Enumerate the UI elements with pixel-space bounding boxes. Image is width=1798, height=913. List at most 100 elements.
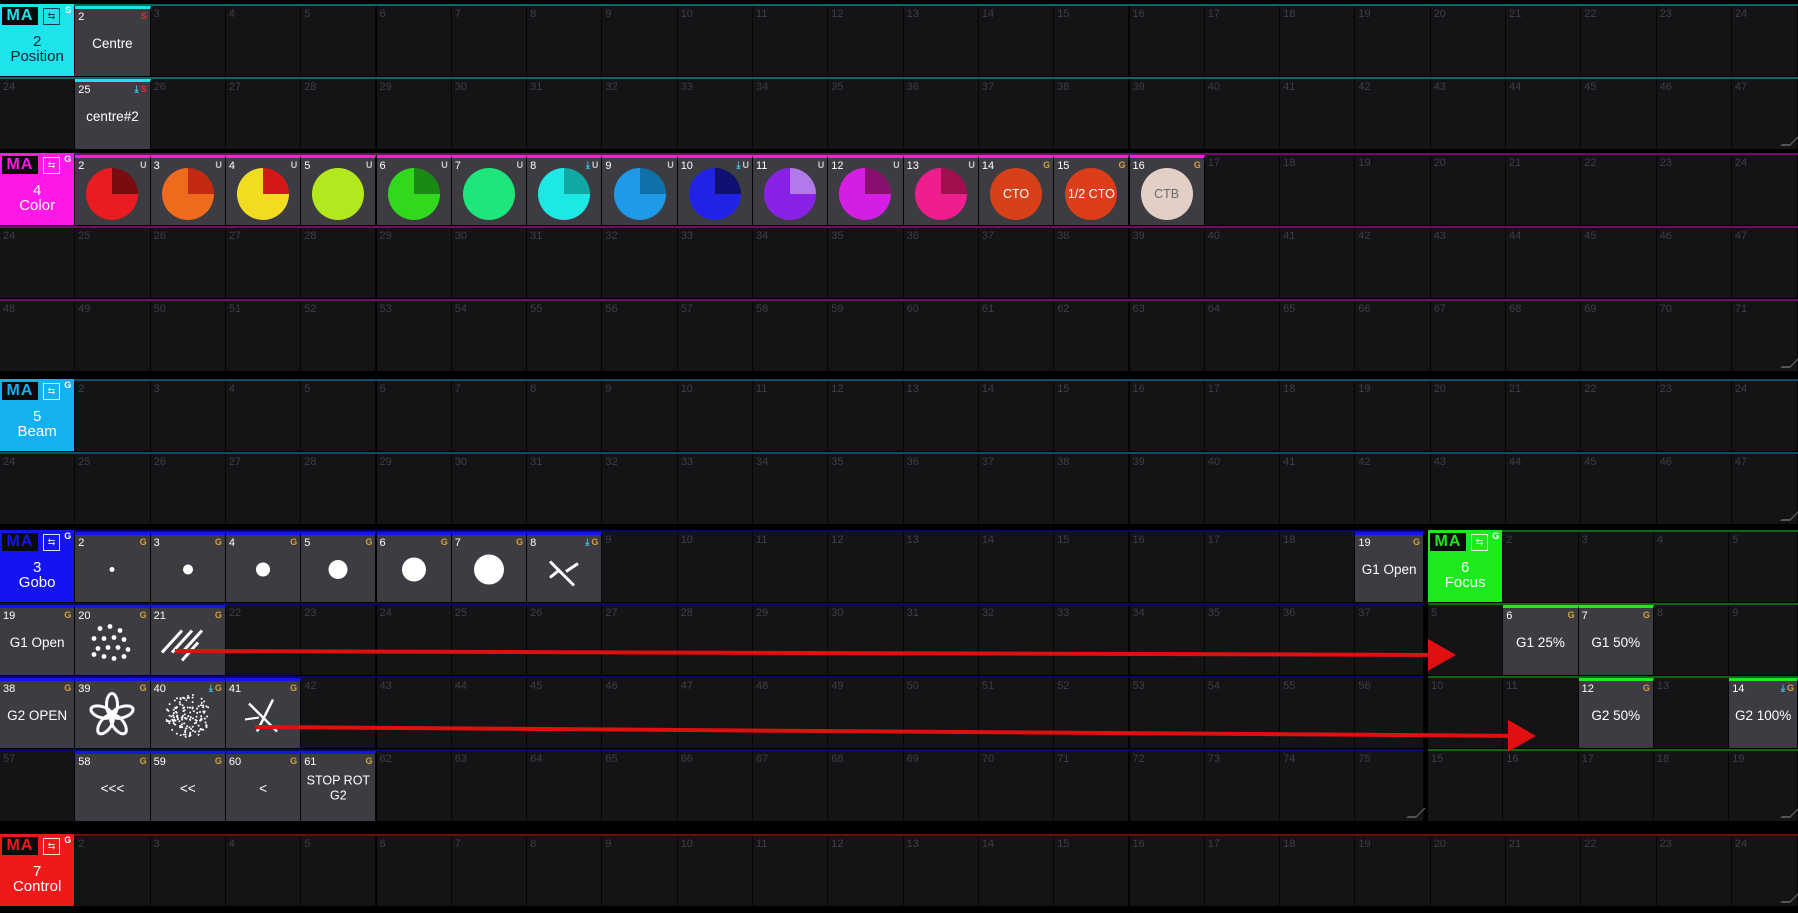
gobo-empty-slot[interactable]: 44 bbox=[451, 678, 528, 748]
beam-empty-slot[interactable]: 4 bbox=[225, 381, 302, 451]
position-empty-slot[interactable]: 7 bbox=[451, 6, 528, 76]
beam-empty-slot[interactable]: 30 bbox=[451, 454, 528, 524]
position-empty-slot[interactable]: 39 bbox=[1129, 79, 1205, 149]
control-empty-slot[interactable]: 5 bbox=[301, 836, 377, 906]
beam-empty-slot[interactable]: 46 bbox=[1656, 454, 1732, 524]
gobo-empty-slot[interactable]: 63 bbox=[451, 751, 528, 821]
position-empty-slot[interactable]: 38 bbox=[1054, 79, 1130, 149]
beam-empty-slot[interactable]: 36 bbox=[903, 454, 979, 524]
beam-empty-slot[interactable]: 24 bbox=[1731, 381, 1798, 451]
color-empty-slot[interactable]: 38 bbox=[1054, 228, 1130, 298]
gobo-empty-slot[interactable]: 16 bbox=[1129, 532, 1205, 602]
gobo-preset-19[interactable]: 19 G G1 Open bbox=[1355, 532, 1424, 602]
gobo-preset-3[interactable]: 3G bbox=[150, 532, 226, 602]
color-empty-slot[interactable]: 64 bbox=[1204, 301, 1281, 371]
color-empty-slot[interactable]: 53 bbox=[376, 301, 452, 371]
pool-header-position[interactable]: MA ⇆ S 2 Position bbox=[0, 4, 75, 76]
beam-empty-slot[interactable]: 45 bbox=[1581, 454, 1657, 524]
color-preset-3[interactable]: 3U bbox=[150, 155, 226, 225]
position-empty-slot[interactable]: 28 bbox=[301, 79, 377, 149]
position-empty-slot[interactable]: 42 bbox=[1355, 79, 1431, 149]
position-preset-2[interactable]: 2 S Centre bbox=[75, 6, 151, 76]
gobo-empty-slot[interactable]: 62 bbox=[376, 751, 452, 821]
control-empty-slot[interactable]: 4 bbox=[225, 836, 302, 906]
gobo-empty-slot[interactable]: 23 bbox=[301, 605, 377, 675]
position-empty-slot[interactable]: 5 bbox=[301, 6, 377, 76]
beam-empty-slot[interactable]: 9 bbox=[602, 381, 678, 451]
gobo-empty-slot[interactable]: 71 bbox=[1054, 751, 1130, 821]
gobo-preset-61[interactable]: 61 G STOP ROT G2 bbox=[301, 751, 377, 821]
link-icon[interactable]: ⇆ bbox=[43, 383, 60, 400]
color-preset-7[interactable]: 7U bbox=[451, 155, 528, 225]
control-empty-slot[interactable]: 14 bbox=[978, 836, 1055, 906]
position-empty-slot[interactable]: 24 bbox=[0, 79, 76, 149]
control-empty-slot[interactable]: 19 bbox=[1355, 836, 1431, 906]
color-empty-slot[interactable]: 50 bbox=[150, 301, 226, 371]
position-empty-slot[interactable]: 16 bbox=[1129, 6, 1205, 76]
position-empty-slot[interactable]: 37 bbox=[978, 79, 1055, 149]
position-preset-25[interactable]: 25 ⤓ Scentre#2 bbox=[75, 79, 151, 149]
gobo-empty-slot[interactable]: 34 bbox=[1129, 605, 1205, 675]
control-empty-slot[interactable]: 18 bbox=[1280, 836, 1356, 906]
beam-empty-slot[interactable]: 15 bbox=[1054, 381, 1130, 451]
focus-empty-slot[interactable]: 5 bbox=[1729, 532, 1798, 602]
focus-empty-slot[interactable]: 15 bbox=[1428, 751, 1504, 821]
beam-empty-slot[interactable]: 11 bbox=[753, 381, 829, 451]
gobo-empty-slot[interactable]: 68 bbox=[828, 751, 904, 821]
gobo-empty-slot[interactable]: 36 bbox=[1280, 605, 1356, 675]
position-empty-slot[interactable]: 9 bbox=[602, 6, 678, 76]
gobo-empty-slot[interactable]: 55 bbox=[1280, 678, 1356, 748]
gobo-empty-slot[interactable]: 35 bbox=[1204, 605, 1281, 675]
gobo-empty-slot[interactable]: 67 bbox=[753, 751, 829, 821]
focus-preset-7[interactable]: 7 G G1 50% bbox=[1578, 605, 1654, 675]
gobo-empty-slot[interactable]: 57 bbox=[0, 751, 76, 821]
color-empty-slot[interactable]: 35 bbox=[828, 228, 904, 298]
beam-empty-slot[interactable]: 31 bbox=[527, 454, 603, 524]
color-empty-slot[interactable]: 45 bbox=[1581, 228, 1657, 298]
gobo-empty-slot[interactable]: 72 bbox=[1129, 751, 1205, 821]
control-empty-slot[interactable]: 9 bbox=[602, 836, 678, 906]
color-empty-slot[interactable]: 59 bbox=[828, 301, 904, 371]
control-empty-slot[interactable]: 11 bbox=[753, 836, 829, 906]
beam-empty-slot[interactable]: 43 bbox=[1430, 454, 1506, 524]
gobo-preset-21[interactable]: 21 G bbox=[150, 605, 226, 675]
link-icon[interactable]: ⇆ bbox=[43, 8, 60, 25]
color-empty-slot[interactable]: 29 bbox=[376, 228, 452, 298]
beam-empty-slot[interactable]: 44 bbox=[1506, 454, 1582, 524]
color-empty-slot[interactable]: 39 bbox=[1129, 228, 1205, 298]
gobo-preset-59[interactable]: 59 G << bbox=[150, 751, 226, 821]
focus-empty-slot[interactable]: 18 bbox=[1653, 751, 1730, 821]
beam-empty-slot[interactable]: 29 bbox=[376, 454, 452, 524]
position-empty-slot[interactable]: 44 bbox=[1506, 79, 1582, 149]
gobo-empty-slot[interactable]: 25 bbox=[451, 605, 528, 675]
gobo-preset-2[interactable]: 2G bbox=[75, 532, 151, 602]
gobo-preset-8[interactable]: 8 ⤓ G bbox=[527, 532, 603, 602]
beam-empty-slot[interactable]: 35 bbox=[828, 454, 904, 524]
focus-empty-slot[interactable]: 4 bbox=[1653, 532, 1730, 602]
gobo-preset-5[interactable]: 5G bbox=[301, 532, 377, 602]
beam-empty-slot[interactable]: 41 bbox=[1280, 454, 1356, 524]
control-empty-slot[interactable]: 2 bbox=[75, 836, 151, 906]
control-empty-slot[interactable]: 12 bbox=[828, 836, 904, 906]
gobo-empty-slot[interactable]: 29 bbox=[753, 605, 829, 675]
pool-header-gobo[interactable]: MA ⇆ G 3 Gobo bbox=[0, 530, 75, 602]
position-empty-slot[interactable]: 24 bbox=[1731, 6, 1798, 76]
gobo-empty-slot[interactable]: 52 bbox=[1054, 678, 1130, 748]
focus-empty-slot[interactable]: 3 bbox=[1578, 532, 1654, 602]
control-empty-slot[interactable]: 13 bbox=[903, 836, 979, 906]
gobo-empty-slot[interactable]: 17 bbox=[1204, 532, 1281, 602]
gobo-preset-4[interactable]: 4G bbox=[225, 532, 302, 602]
color-empty-slot[interactable]: 69 bbox=[1581, 301, 1657, 371]
gobo-empty-slot[interactable]: 26 bbox=[527, 605, 603, 675]
position-empty-slot[interactable]: 23 bbox=[1656, 6, 1732, 76]
color-empty-slot[interactable]: 70 bbox=[1656, 301, 1732, 371]
focus-preset-14[interactable]: 14 ⤓ G G2 100% bbox=[1729, 678, 1798, 748]
gobo-preset-19[interactable]: 19 G G1 Open bbox=[0, 605, 76, 675]
color-preset-12[interactable]: 12 U bbox=[828, 155, 904, 225]
gobo-empty-slot[interactable]: 73 bbox=[1204, 751, 1281, 821]
color-preset-11[interactable]: 11 U bbox=[753, 155, 829, 225]
link-icon[interactable]: ⇆ bbox=[43, 838, 60, 855]
color-empty-slot[interactable]: 60 bbox=[903, 301, 979, 371]
position-empty-slot[interactable]: 33 bbox=[677, 79, 753, 149]
focus-empty-slot[interactable]: 2 bbox=[1503, 532, 1579, 602]
